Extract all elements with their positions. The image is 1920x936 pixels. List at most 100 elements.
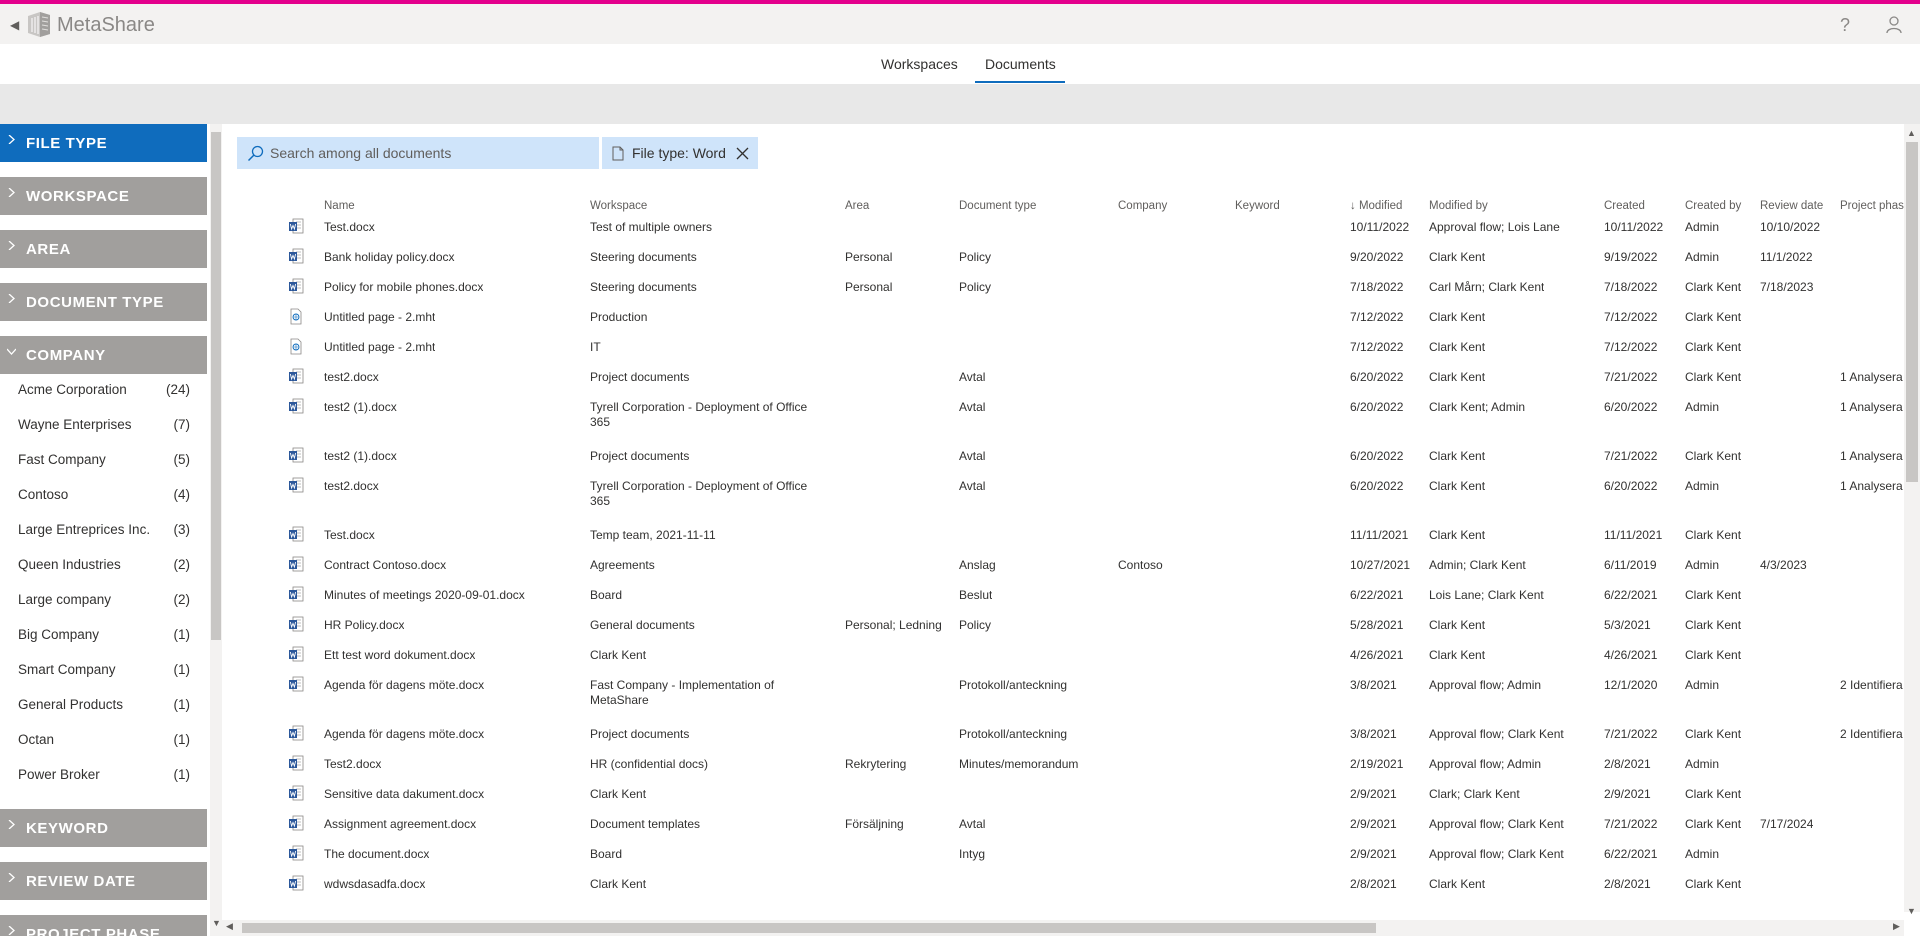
cell-modified: 10/27/2021 bbox=[1350, 558, 1411, 572]
cell-name[interactable]: test2 (1).docx bbox=[324, 449, 397, 463]
cell-name[interactable]: Contract Contoso.docx bbox=[324, 558, 446, 572]
facet-option[interactable]: Large Entreprices Inc. (3) bbox=[18, 522, 190, 537]
col-header-company[interactable]: Company bbox=[1118, 200, 1167, 212]
cell-document-type: Avtal bbox=[959, 479, 986, 493]
cell-name[interactable]: Ett test word dokument.docx bbox=[324, 648, 475, 662]
col-header-project-phase[interactable]: Project phase bbox=[1840, 200, 1910, 212]
facet-company[interactable]: COMPANY bbox=[0, 336, 207, 374]
document-icon bbox=[612, 146, 624, 161]
cell-review-date: 11/1/2022 bbox=[1760, 250, 1813, 264]
facet-option[interactable]: General Products (1) bbox=[18, 697, 190, 712]
cell-name[interactable]: Sensitive data dakument.docx bbox=[324, 787, 484, 801]
scroll-left-arrow-icon[interactable]: ◀ bbox=[226, 921, 233, 932]
sidebar-scrollbar-thumb[interactable] bbox=[211, 132, 221, 640]
facet-option-label: General Products bbox=[18, 697, 124, 712]
tab-workspaces[interactable]: Workspaces bbox=[881, 56, 958, 72]
facet-option-label: Octan bbox=[18, 732, 55, 747]
cell-created: 7/21/2022 bbox=[1604, 727, 1658, 741]
facet-workspace[interactable]: WORKSPACE bbox=[0, 177, 207, 215]
facet-option[interactable]: Wayne Enterprises (7) bbox=[18, 417, 190, 432]
cell-name[interactable]: test2 (1).docx bbox=[324, 400, 397, 414]
facet-option[interactable]: Queen Industries (2) bbox=[18, 557, 190, 572]
facet-document-type[interactable]: DOCUMENT TYPE bbox=[0, 283, 207, 321]
facet-option-count: (1) bbox=[173, 662, 191, 677]
cell-name[interactable]: Test.docx bbox=[324, 220, 375, 234]
cell-review-date: 7/18/2023 bbox=[1760, 280, 1814, 294]
facet-option[interactable]: Smart Company (1) bbox=[18, 662, 190, 677]
col-header-created-by[interactable]: Created by bbox=[1685, 200, 1741, 212]
cell-modified-by: Clark Kent bbox=[1429, 310, 1486, 324]
facet-label: DOCUMENT TYPE bbox=[26, 294, 164, 311]
cell-name[interactable]: Assignment agreement.docx bbox=[324, 817, 476, 831]
col-header-keyword[interactable]: Keyword bbox=[1235, 200, 1280, 212]
cell-document-type: Policy bbox=[959, 618, 992, 632]
cell-modified-by: Clark Kent bbox=[1429, 877, 1486, 891]
facet-option[interactable]: Contoso (4) bbox=[18, 487, 190, 502]
word-file-icon bbox=[289, 815, 304, 831]
col-header-modified[interactable]: ↓ Modified bbox=[1350, 200, 1402, 212]
search-input[interactable] bbox=[270, 143, 590, 163]
cell-name[interactable]: Agenda för dagens möte.docx bbox=[324, 727, 484, 741]
cell-created: 2/8/2021 bbox=[1604, 877, 1651, 891]
word-file-icon bbox=[289, 248, 304, 264]
col-header-modified-by[interactable]: Modified by bbox=[1429, 200, 1488, 212]
facet-option-label: Acme Corporation bbox=[18, 382, 127, 397]
table-horizontal-scrollbar-thumb[interactable] bbox=[242, 923, 1376, 933]
facet-option[interactable]: Big Company (1) bbox=[18, 627, 190, 642]
cell-modified: 7/18/2022 bbox=[1350, 280, 1404, 294]
cell-name[interactable]: The document.docx bbox=[324, 847, 429, 861]
back-arrow-icon[interactable]: ◀ bbox=[10, 18, 19, 32]
col-header-document-type[interactable]: Document type bbox=[959, 200, 1036, 212]
cell-document-type: Avtal bbox=[959, 449, 986, 463]
facet-option[interactable]: Octan (1) bbox=[18, 732, 190, 747]
cell-created-by: Admin bbox=[1685, 220, 1720, 234]
facet-option[interactable]: Large company (2) bbox=[18, 592, 190, 607]
close-icon[interactable] bbox=[736, 147, 749, 160]
cell-name[interactable]: wdwsdasadfa.docx bbox=[324, 877, 425, 891]
facet-option[interactable]: Fast Company (5) bbox=[18, 452, 190, 467]
facet-option[interactable]: Power Broker (1) bbox=[18, 767, 190, 782]
scroll-right-arrow-icon[interactable]: ▶ bbox=[1893, 921, 1900, 932]
cell-name[interactable]: Untitled page - 2.mht bbox=[324, 310, 435, 324]
app-name[interactable]: MetaShare bbox=[57, 14, 155, 37]
col-header-area[interactable]: Area bbox=[845, 200, 869, 212]
col-header-created[interactable]: Created bbox=[1604, 200, 1645, 212]
cell-project-phase: 2 Identifiera bbox=[1840, 678, 1903, 692]
table-vertical-scrollbar-thumb[interactable] bbox=[1906, 142, 1918, 482]
cell-name[interactable]: Untitled page - 2.mht bbox=[324, 340, 435, 354]
facet-review-date[interactable]: REVIEW DATE bbox=[0, 862, 207, 900]
cell-document-type: Minutes/memorandum bbox=[959, 757, 1079, 771]
cell-name[interactable]: HR Policy.docx bbox=[324, 618, 404, 632]
chevron-right-icon bbox=[8, 873, 15, 882]
help-icon[interactable]: ? bbox=[1840, 15, 1850, 36]
cell-name[interactable]: Test.docx bbox=[324, 528, 375, 542]
cell-name[interactable]: test2.docx bbox=[324, 479, 379, 493]
facet-keyword[interactable]: KEYWORD bbox=[0, 809, 207, 847]
cell-modified: 2/19/2021 bbox=[1350, 757, 1404, 771]
scroll-down-arrow-icon[interactable]: ▼ bbox=[212, 918, 221, 928]
cell-name[interactable]: Test2.docx bbox=[324, 757, 381, 771]
scroll-up-arrow-icon[interactable]: ▲ bbox=[1907, 128, 1916, 138]
facet-area[interactable]: AREA bbox=[0, 230, 207, 268]
cell-review-date: 10/10/2022 bbox=[1760, 220, 1821, 234]
cell-name[interactable]: Bank holiday policy.docx bbox=[324, 250, 455, 264]
cell-name[interactable]: Minutes of meetings 2020-09-01.docx bbox=[324, 588, 525, 602]
facet-project-phase[interactable]: PROJECT PHASE bbox=[0, 915, 207, 936]
cell-created: 7/21/2022 bbox=[1604, 370, 1658, 384]
search-box[interactable] bbox=[237, 137, 599, 169]
facet-option[interactable]: Acme Corporation (24) bbox=[18, 382, 190, 397]
col-header-review-date[interactable]: Review date bbox=[1760, 200, 1823, 212]
col-header-name[interactable]: Name bbox=[324, 200, 355, 212]
cell-document-type: Anslag bbox=[959, 558, 996, 572]
cell-created: 5/3/2021 bbox=[1604, 618, 1651, 632]
cell-workspace: Document templates bbox=[590, 817, 701, 831]
cell-name[interactable]: test2.docx bbox=[324, 370, 379, 384]
col-header-workspace[interactable]: Workspace bbox=[590, 200, 647, 212]
tab-documents[interactable]: Documents bbox=[985, 56, 1056, 72]
cell-name[interactable]: Agenda för dagens möte.docx bbox=[324, 678, 484, 692]
filter-chip-file-type[interactable]: File type: Word bbox=[602, 137, 758, 169]
facet-file-type[interactable]: FILE TYPE bbox=[0, 124, 207, 162]
user-icon[interactable] bbox=[1886, 16, 1902, 34]
scroll-down-arrow-icon[interactable]: ▼ bbox=[1907, 906, 1916, 916]
cell-name[interactable]: Policy for mobile phones.docx bbox=[324, 280, 483, 294]
